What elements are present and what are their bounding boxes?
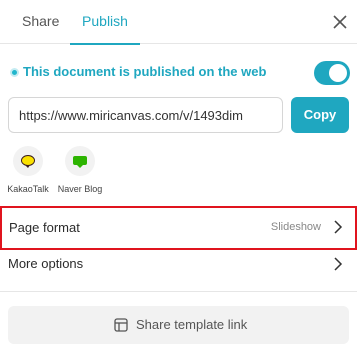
published-dot-icon [10, 68, 19, 77]
close-icon[interactable] [331, 13, 349, 31]
copy-button[interactable]: Copy [291, 97, 349, 133]
page-format-label: Page format [9, 220, 80, 235]
share-template-link-button[interactable]: Share template link [8, 306, 349, 344]
chevron-right-icon [334, 257, 343, 271]
kakaotalk-icon [13, 146, 43, 176]
publish-status-text: This document is published on the web [23, 64, 267, 79]
naver-blog-icon [65, 146, 95, 176]
share-kakaotalk[interactable]: KakaoTalk [3, 146, 53, 194]
chevron-right-icon [334, 220, 343, 234]
publish-url-field[interactable] [8, 97, 283, 133]
publish-status-row: This document is published on the web [10, 61, 350, 85]
tab-bar: Share Publish [0, 0, 357, 45]
toggle-knob [329, 64, 347, 82]
naver-blog-label: Naver Blog [57, 184, 103, 194]
publish-toggle[interactable] [314, 61, 350, 85]
kakaotalk-label: KakaoTalk [7, 184, 49, 194]
template-icon [114, 318, 128, 332]
divider [0, 291, 357, 292]
more-options-row[interactable]: More options [0, 243, 357, 287]
tab-publish[interactable]: Publish [70, 0, 140, 45]
share-naver-blog[interactable]: Naver Blog [55, 146, 105, 194]
share-template-link-label: Share template link [136, 317, 248, 332]
more-options-label: More options [8, 256, 84, 271]
tab-share[interactable]: Share [22, 0, 59, 44]
page-format-value: Slideshow [270, 221, 321, 233]
